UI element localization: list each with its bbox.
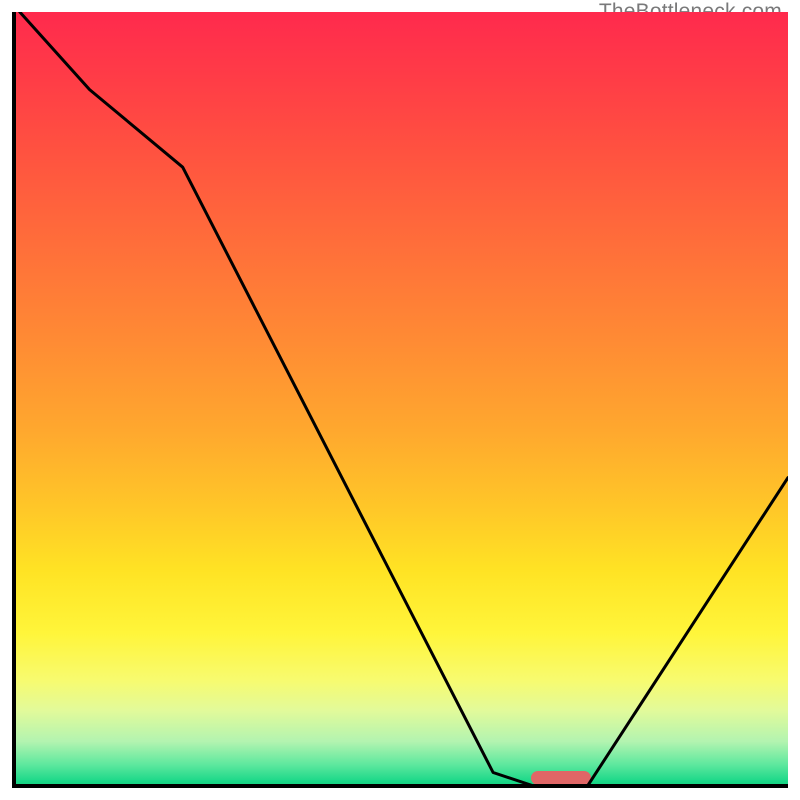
chart-container: TheBottleneck.com bbox=[0, 0, 800, 800]
plot-area bbox=[12, 12, 788, 788]
bottleneck-curve bbox=[12, 12, 788, 788]
